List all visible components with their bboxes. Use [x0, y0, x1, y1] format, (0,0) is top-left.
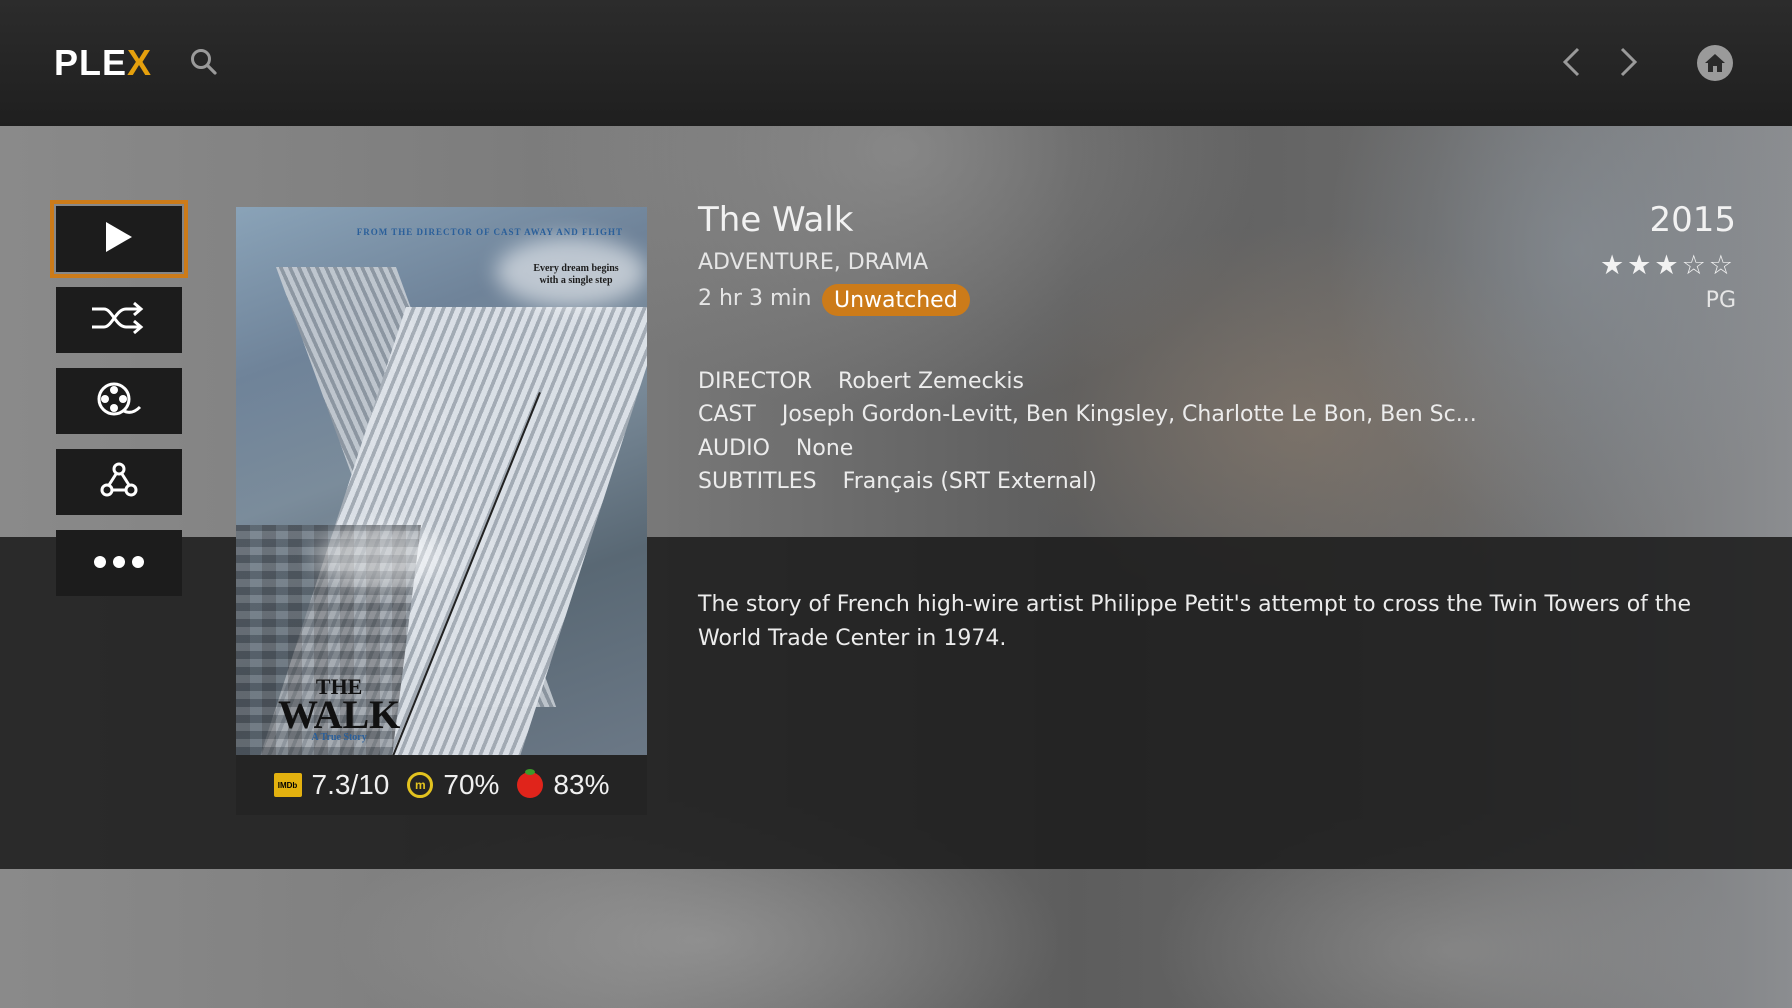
poster-art [316, 527, 446, 587]
director-label: DIRECTOR [698, 369, 813, 394]
related-button[interactable] [56, 449, 182, 515]
shuffle-icon [90, 301, 148, 339]
movie-genres: ADVENTURE, DRAMA [698, 250, 929, 275]
search-icon[interactable] [186, 44, 222, 80]
cast-label: CAST [698, 402, 756, 427]
content-rating: PG [1705, 288, 1736, 313]
metacritic-score: 70% [443, 769, 500, 800]
metacritic-rating: m 70% [407, 769, 499, 801]
ratings-bar: IMDb 7.3/10 m 70% 83% [236, 755, 647, 815]
chevron-left-icon[interactable] [1554, 44, 1588, 80]
plex-logo[interactable]: PLEX [54, 42, 152, 84]
movie-year: 2015 [1649, 200, 1736, 240]
movie-duration: 2 hr 3 min [698, 286, 812, 311]
imdb-score: 7.3/10 [311, 769, 390, 800]
imdb-icon: IMDb [273, 773, 302, 797]
shuffle-button[interactable] [56, 287, 182, 353]
rotten-tomatoes-rating: 83% [517, 769, 609, 801]
audio-row: AUDIO None [698, 436, 853, 461]
rotten-tomatoes-score: 83% [553, 769, 610, 800]
more-icon [93, 554, 145, 573]
home-icon[interactable] [1696, 44, 1734, 82]
status-badge: Unwatched [822, 284, 970, 316]
subtitles-row: SUBTITLES Français (SRT External) [698, 469, 1097, 494]
director-row: DIRECTOR Robert Zemeckis [698, 369, 1024, 394]
cast-value[interactable]: Joseph Gordon-Levitt, Ben Kingsley, Char… [782, 402, 1477, 427]
trailer-button[interactable] [56, 368, 182, 434]
movie-poster: FROM THE DIRECTOR OF CAST AWAY AND FLIGH… [236, 207, 647, 755]
poster-tagline: Every dream begins with a single step [533, 263, 619, 286]
subtitles-label: SUBTITLES [698, 469, 817, 494]
audio-label: AUDIO [698, 436, 770, 461]
star-rating: ★★★☆☆ [1599, 250, 1736, 281]
film-reel-icon [96, 381, 142, 421]
more-button[interactable] [56, 530, 182, 596]
director-value[interactable]: Robert Zemeckis [838, 369, 1024, 394]
imdb-rating: IMDb 7.3/10 [273, 769, 390, 801]
play-icon [104, 221, 134, 257]
metacritic-icon: m [407, 772, 434, 798]
movie-summary: The story of French high-wire artist Phi… [698, 592, 1691, 651]
play-button[interactable] [50, 200, 188, 278]
subtitles-value[interactable]: Français (SRT External) [843, 469, 1097, 494]
cast-row: CAST Joseph Gordon-Levitt, Ben Kingsley, … [698, 402, 1477, 427]
poster-title: THE WALK A True Story [278, 674, 401, 743]
top-bar: PLEX [0, 0, 1792, 126]
related-icon [99, 462, 139, 502]
audio-value[interactable]: None [796, 436, 853, 461]
action-column [50, 200, 188, 611]
movie-title: The Walk [698, 200, 854, 240]
tomato-icon [517, 769, 544, 798]
chevron-right-icon[interactable] [1612, 44, 1646, 80]
poster-top-text: FROM THE DIRECTOR OF CAST AWAY AND FLIGH… [356, 227, 623, 237]
